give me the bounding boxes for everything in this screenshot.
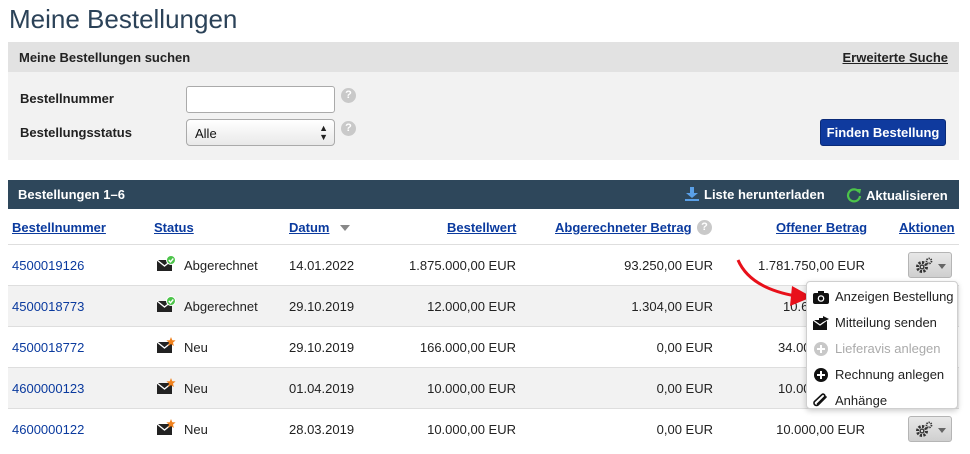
status-text: Neu (184, 340, 208, 355)
order-number-link[interactable]: 4600000122 (12, 422, 84, 437)
column-header-status[interactable]: Status (154, 220, 194, 235)
order-date: 01.04.2019 (289, 381, 355, 396)
order-date: 14.01.2022 (289, 258, 355, 273)
column-header-order-value[interactable]: Bestellwert (447, 220, 516, 235)
status-text: Neu (184, 381, 208, 396)
order-value: 166.000,00 EUR (419, 340, 516, 355)
table-row: 4600000122 Neu 28.03.2019 10.000,00 EUR … (8, 408, 959, 449)
column-header-actions: Aktionen (899, 220, 955, 235)
search-panel: Meine Bestellungen suchen Erweiterte Suc… (8, 42, 959, 160)
envelope-check-icon (156, 255, 176, 271)
menu-item-send-message[interactable]: Mitteilung senden (807, 310, 957, 336)
menu-item-create-delivery-notice: Lieferavis anlegen (807, 336, 957, 362)
menu-item-view-order[interactable]: Anzeigen Bestellung (807, 284, 957, 310)
order-number-link[interactable]: 4500019126 (12, 258, 84, 273)
download-list-button[interactable]: Liste herunterladen (685, 187, 825, 202)
camera-icon (813, 291, 829, 304)
menu-item-label: Anhänge (835, 393, 888, 408)
plus-circle-icon (814, 342, 828, 356)
menu-item-label: Lieferavis anlegen (835, 341, 941, 356)
gear-icon (916, 257, 933, 273)
plus-circle-icon (814, 368, 828, 382)
row-actions-menu: Anzeigen Bestellung Mitteilung senden Li… (806, 281, 958, 409)
refresh-label: Aktualisieren (866, 188, 948, 203)
billed-amount: 0,00 EUR (656, 381, 713, 396)
column-header-open-amount[interactable]: Offener Betrag (776, 220, 867, 235)
envelope-check-icon (156, 296, 176, 312)
column-header-billed-amount[interactable]: Abgerechneter Betrag (555, 220, 692, 235)
gear-icon (916, 421, 933, 437)
help-icon[interactable]: ? (697, 220, 712, 235)
menu-item-label: Mitteilung senden (835, 315, 937, 330)
billed-amount: 0,00 EUR (656, 340, 713, 355)
send-message-icon (812, 316, 829, 330)
orders-list-header: Bestellungen 1–6 Liste herunterladen Akt… (8, 180, 959, 209)
refresh-icon (846, 188, 862, 203)
order-value: 10.000,00 EUR (427, 422, 516, 437)
envelope-new-icon (156, 337, 176, 353)
billed-amount: 93.250,00 EUR (624, 258, 713, 273)
order-value: 12.000,00 EUR (427, 299, 516, 314)
order-number-link[interactable]: 4500018772 (12, 340, 84, 355)
help-icon[interactable]: ? (341, 121, 356, 136)
menu-item-attachments[interactable]: Anhänge (807, 388, 957, 414)
paperclip-icon (813, 393, 827, 407)
download-icon (685, 187, 699, 201)
search-panel-title: Meine Bestellungen suchen (19, 50, 191, 65)
help-icon[interactable]: ? (341, 88, 356, 103)
chevron-down-icon (938, 264, 946, 269)
column-header-order-number[interactable]: Bestellnummer (12, 220, 106, 235)
envelope-new-icon (156, 378, 176, 394)
chevron-down-icon (938, 428, 946, 433)
status-text: Abgerechnet (184, 258, 258, 273)
status-text: Neu (184, 422, 208, 437)
order-number-label: Bestellnummer (20, 91, 114, 106)
menu-item-create-invoice[interactable]: Rechnung anlegen (807, 362, 957, 388)
row-actions-button[interactable] (908, 416, 952, 442)
row-actions-button[interactable] (908, 252, 952, 278)
order-status-select[interactable]: Alle ▲ ▼ (186, 119, 335, 146)
open-amount: 10.000,00 EUR (776, 422, 865, 437)
find-order-button[interactable]: Finden Bestellung (820, 119, 946, 146)
billed-amount: 1.304,00 EUR (631, 299, 713, 314)
envelope-new-icon (156, 419, 176, 435)
order-status-label: Bestellungsstatus (20, 125, 132, 140)
order-date: 29.10.2019 (289, 299, 355, 314)
status-text: Abgerechnet (184, 299, 258, 314)
order-status-selected-value: Alle (195, 126, 217, 141)
billed-amount: 0,00 EUR (656, 422, 713, 437)
order-number-input[interactable] (186, 86, 335, 113)
order-number-link[interactable]: 4600000123 (12, 381, 84, 396)
order-number-link[interactable]: 4500018773 (12, 299, 84, 314)
order-date: 29.10.2019 (289, 340, 355, 355)
download-list-label: Liste herunterladen (704, 187, 825, 202)
column-header-date[interactable]: Datum (289, 220, 329, 235)
refresh-button[interactable]: Aktualisieren (846, 187, 948, 203)
menu-item-label: Rechnung anlegen (835, 367, 945, 382)
sort-descending-icon[interactable] (340, 225, 350, 231)
menu-item-label: Anzeigen Bestellung (835, 289, 954, 304)
orders-list-title: Bestellungen 1–6 (18, 187, 125, 202)
page-title: Meine Bestellungen (9, 4, 238, 34)
search-panel-header: Meine Bestellungen suchen Erweiterte Suc… (8, 42, 959, 72)
select-updown-icon: ▲ ▼ (319, 123, 328, 142)
order-value: 1.875.000,00 EUR (409, 258, 516, 273)
advanced-search-link[interactable]: Erweiterte Suche (843, 50, 949, 65)
order-value: 10.000,00 EUR (427, 381, 516, 396)
order-date: 28.03.2019 (289, 422, 355, 437)
